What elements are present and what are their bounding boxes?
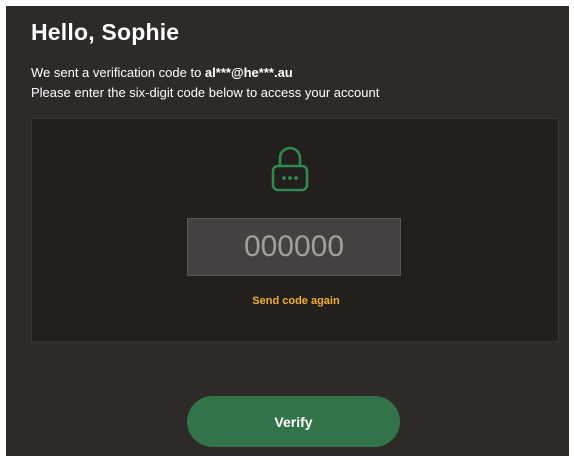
instruction-text: Please enter the six-digit code below to…: [31, 85, 380, 100]
verification-panel: Hello, Sophie We sent a verification cod…: [6, 6, 569, 456]
page-title: Hello, Sophie: [31, 19, 180, 45]
send-code-again-link[interactable]: Send code again: [32, 295, 560, 307]
lock-icon: [271, 146, 309, 192]
verification-code-input[interactable]: [187, 218, 401, 276]
verify-button[interactable]: Verify: [187, 396, 400, 447]
message-prefix: We sent a verification code to: [31, 65, 205, 80]
code-entry-box: Send code again: [31, 118, 559, 342]
verification-message: We sent a verification code to al***@he*…: [31, 65, 293, 80]
masked-email: al***@he***.au: [204, 65, 293, 80]
